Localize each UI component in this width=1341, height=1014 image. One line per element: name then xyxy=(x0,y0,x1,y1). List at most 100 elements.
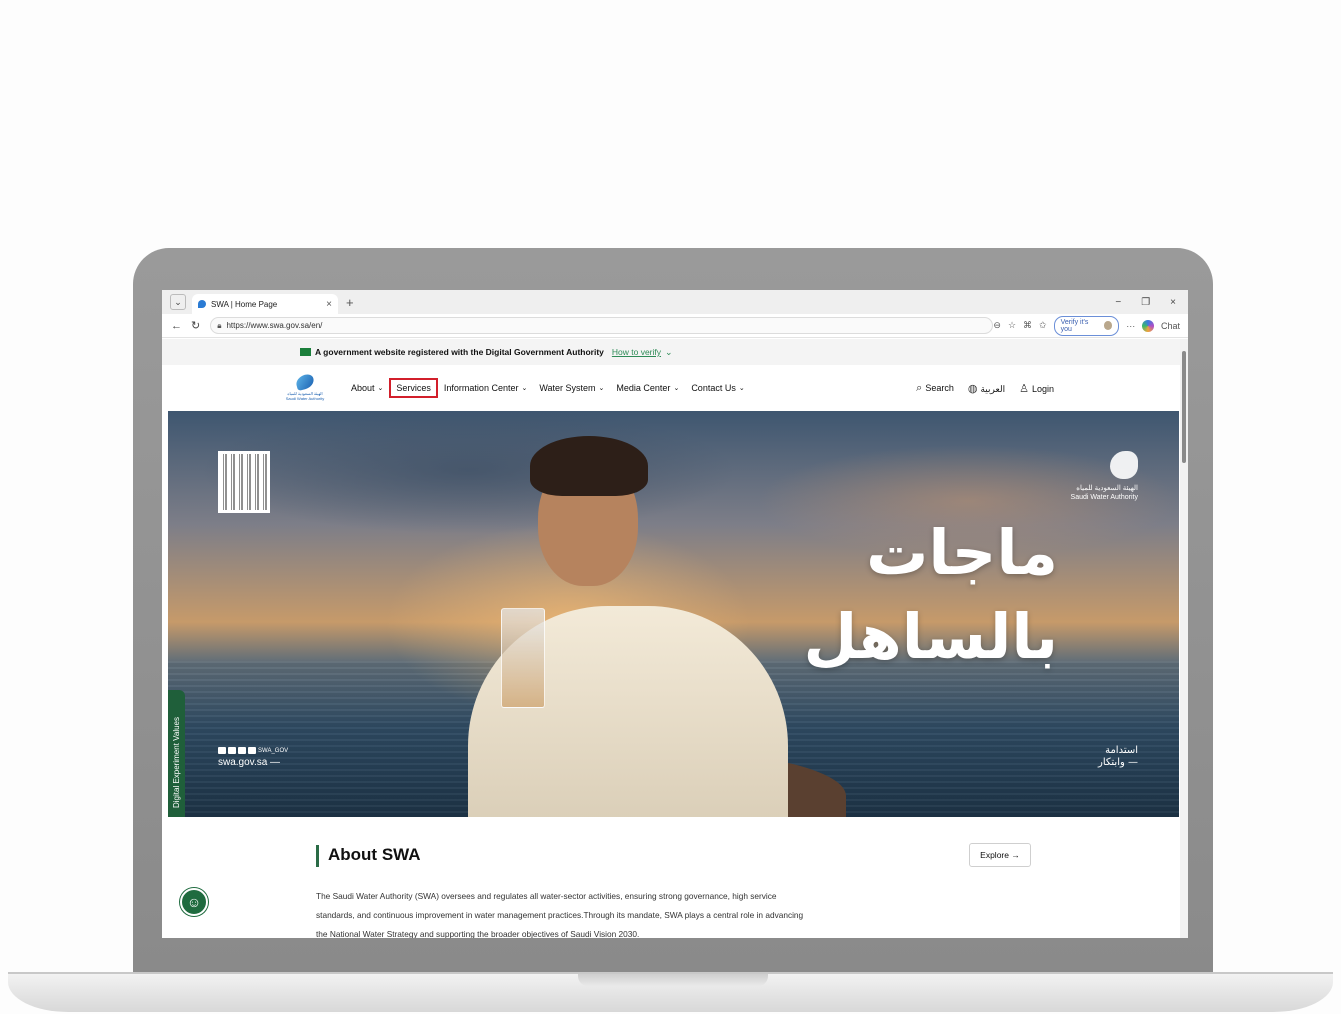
chevron-down-icon: ⌄ xyxy=(598,385,605,392)
nav-water-system[interactable]: Water System ⌄ xyxy=(533,379,610,397)
language-button[interactable]: ◍ العربية xyxy=(968,382,1005,395)
hero-headline: ماجات بالساهل xyxy=(728,511,1058,678)
social-icon xyxy=(218,747,226,754)
how-to-verify-link[interactable]: How to verify xyxy=(612,347,661,357)
favorites-icon[interactable]: ✩ xyxy=(1039,320,1047,331)
favorite-star-icon[interactable]: ☆ xyxy=(1008,320,1016,331)
nav-media-center[interactable]: Media Center ⌄ xyxy=(610,379,685,397)
nav-about-label: About xyxy=(351,383,375,393)
tab-bar: ⌄ SWA | Home Page × + − ❐ × xyxy=(162,290,1188,314)
chevron-down-icon: ⌄ xyxy=(521,385,528,392)
restore-icon[interactable]: ❐ xyxy=(1141,297,1150,308)
explore-button[interactable]: Explore → xyxy=(969,843,1031,867)
avatar xyxy=(1103,321,1113,330)
section-accent xyxy=(316,845,319,867)
hero-site: swa.gov.sa — xyxy=(218,757,281,768)
browser-window: ⌄ SWA | Home Page × + − ❐ × ← ↻ 🔒︎ https… xyxy=(162,290,1188,938)
tab-list-icon[interactable]: ⌄ xyxy=(170,294,186,310)
nav-contact-us[interactable]: Contact Us ⌄ xyxy=(685,379,750,397)
swa-logo[interactable]: الهيئة السعودية للمياه Saudi Water Autho… xyxy=(283,370,327,406)
window-controls: − ❐ × xyxy=(1115,297,1176,308)
qr-code-icon xyxy=(218,451,270,513)
social-icon xyxy=(248,747,256,754)
water-glass xyxy=(501,608,545,708)
authority-ar: الهيئة السعودية للمياه xyxy=(1076,485,1138,492)
new-tab-icon[interactable]: + xyxy=(346,295,354,310)
about-title: About SWA xyxy=(328,845,421,864)
hero-banner[interactable]: الهيئة السعودية للمياه Saudi Water Autho… xyxy=(168,411,1179,817)
nav-information-center-label: Information Center xyxy=(443,383,519,393)
authority-emblem-icon xyxy=(1110,451,1138,479)
nav-information-center[interactable]: Information Center ⌄ xyxy=(438,379,533,397)
hero-headline-line1: ماجات xyxy=(866,516,1058,589)
zoom-icon[interactable]: ⊖ xyxy=(993,320,1001,331)
hero-tagline: استدامة — وابتكار xyxy=(1058,745,1138,769)
logo-mark-icon xyxy=(294,372,316,391)
nav-contact-us-label: Contact Us xyxy=(691,383,736,393)
laptop-mockup: ⌄ SWA | Home Page × + − ❐ × ← ↻ 🔒︎ https… xyxy=(0,0,1341,1014)
favicon-icon xyxy=(198,300,206,308)
scrollbar[interactable] xyxy=(1180,339,1188,938)
main-nav: About ⌄ Services Information Center ⌄ Wate… xyxy=(345,378,751,398)
site-header: الهيئة السعودية للمياه Saudi Water Autho… xyxy=(162,365,1180,411)
extension-icon[interactable]: ⌘ xyxy=(1023,320,1032,331)
accessibility-icon[interactable]: ☺ xyxy=(180,888,208,916)
social-icon xyxy=(238,747,246,754)
url-text: https://www.swa.gov.sa/en/ xyxy=(226,321,323,330)
verify-profile-button[interactable]: Verify it's you xyxy=(1053,315,1120,336)
person-hair xyxy=(530,436,648,496)
close-window-icon[interactable]: × xyxy=(1170,297,1176,308)
chevron-down-icon[interactable]: ⌄ xyxy=(665,347,673,358)
chevron-down-icon: ⌄ xyxy=(673,385,680,392)
gov-banner: A government website registered with the… xyxy=(162,339,1180,365)
globe-icon: ◍ xyxy=(967,382,978,395)
copilot-icon[interactable] xyxy=(1142,319,1154,332)
authority-en: Saudi Water Authority xyxy=(1070,493,1138,501)
scrollbar-thumb[interactable] xyxy=(1182,351,1186,463)
laptop-notch xyxy=(578,974,768,986)
tab-title: SWA | Home Page xyxy=(211,299,278,309)
social-handle: SWA_GOV xyxy=(258,747,289,754)
social-icon xyxy=(228,747,236,754)
url-field[interactable]: 🔒︎ https://www.swa.gov.sa/en/ xyxy=(210,317,994,334)
hero-social: SWA_GOV swa.gov.sa — xyxy=(218,747,288,768)
gov-banner-text: A government website registered with the… xyxy=(315,347,604,357)
back-icon[interactable]: ← xyxy=(171,320,182,332)
nav-media-center-label: Media Center xyxy=(616,383,671,393)
header-actions: ⌕ Search ◍ العربية ♙ Login xyxy=(916,382,1054,395)
search-label: Search xyxy=(925,382,954,393)
lock-icon: 🔒︎ xyxy=(217,320,222,330)
browser-tab[interactable]: SWA | Home Page × xyxy=(192,294,338,314)
logo-text: الهيئة السعودية للمياه Saudi Water Autho… xyxy=(285,390,325,401)
more-menu-icon[interactable]: ··· xyxy=(1126,321,1135,331)
nav-services[interactable]: Services xyxy=(389,378,438,398)
address-tools: ⊖ ☆ ⌘ ✩ Verify it's you ··· Chat xyxy=(993,315,1180,336)
nav-services-label: Services xyxy=(396,383,431,393)
search-button[interactable]: ⌕ Search xyxy=(916,382,954,395)
chat-button[interactable]: Chat xyxy=(1161,321,1180,331)
social-icons: SWA_GOV xyxy=(218,747,288,754)
close-tab-icon[interactable]: × xyxy=(326,299,332,310)
side-tab-label: Digital Experiment Values xyxy=(172,716,182,808)
about-body: The Saudi Water Authority (SWA) oversees… xyxy=(316,891,804,938)
address-bar: ← ↻ 🔒︎ https://www.swa.gov.sa/en/ ⊖ ☆ ⌘ … xyxy=(162,314,1188,338)
tagline-line1: استدامة xyxy=(1105,745,1138,756)
tagline-line2: — وابتكار xyxy=(1098,757,1138,768)
nav-about[interactable]: About ⌄ xyxy=(345,379,389,397)
login-button[interactable]: ♙ Login xyxy=(1019,382,1054,395)
language-label: العربية xyxy=(980,383,1006,394)
hero-authority-logo: الهيئة السعودية للمياه Saudi Water Autho… xyxy=(1038,451,1138,503)
verify-label: Verify it's you xyxy=(1060,318,1089,333)
hero-headline-line2: بالساهل xyxy=(803,599,1058,673)
login-label: Login xyxy=(1031,383,1054,394)
chevron-down-icon: ⌄ xyxy=(377,385,384,392)
user-icon: ♙ xyxy=(1019,382,1029,395)
chevron-down-icon: ⌄ xyxy=(738,385,745,392)
minimize-icon[interactable]: − xyxy=(1115,297,1121,308)
search-icon: ⌕ xyxy=(916,381,923,394)
digital-experiment-tab[interactable]: Digital Experiment Values xyxy=(168,690,185,834)
saudi-flag-icon xyxy=(300,348,311,356)
about-section: About SWA Explore → The Saudi Water Auth… xyxy=(162,817,1180,938)
refresh-icon[interactable]: ↻ xyxy=(191,319,200,332)
nav-water-system-label: Water System xyxy=(539,383,596,393)
